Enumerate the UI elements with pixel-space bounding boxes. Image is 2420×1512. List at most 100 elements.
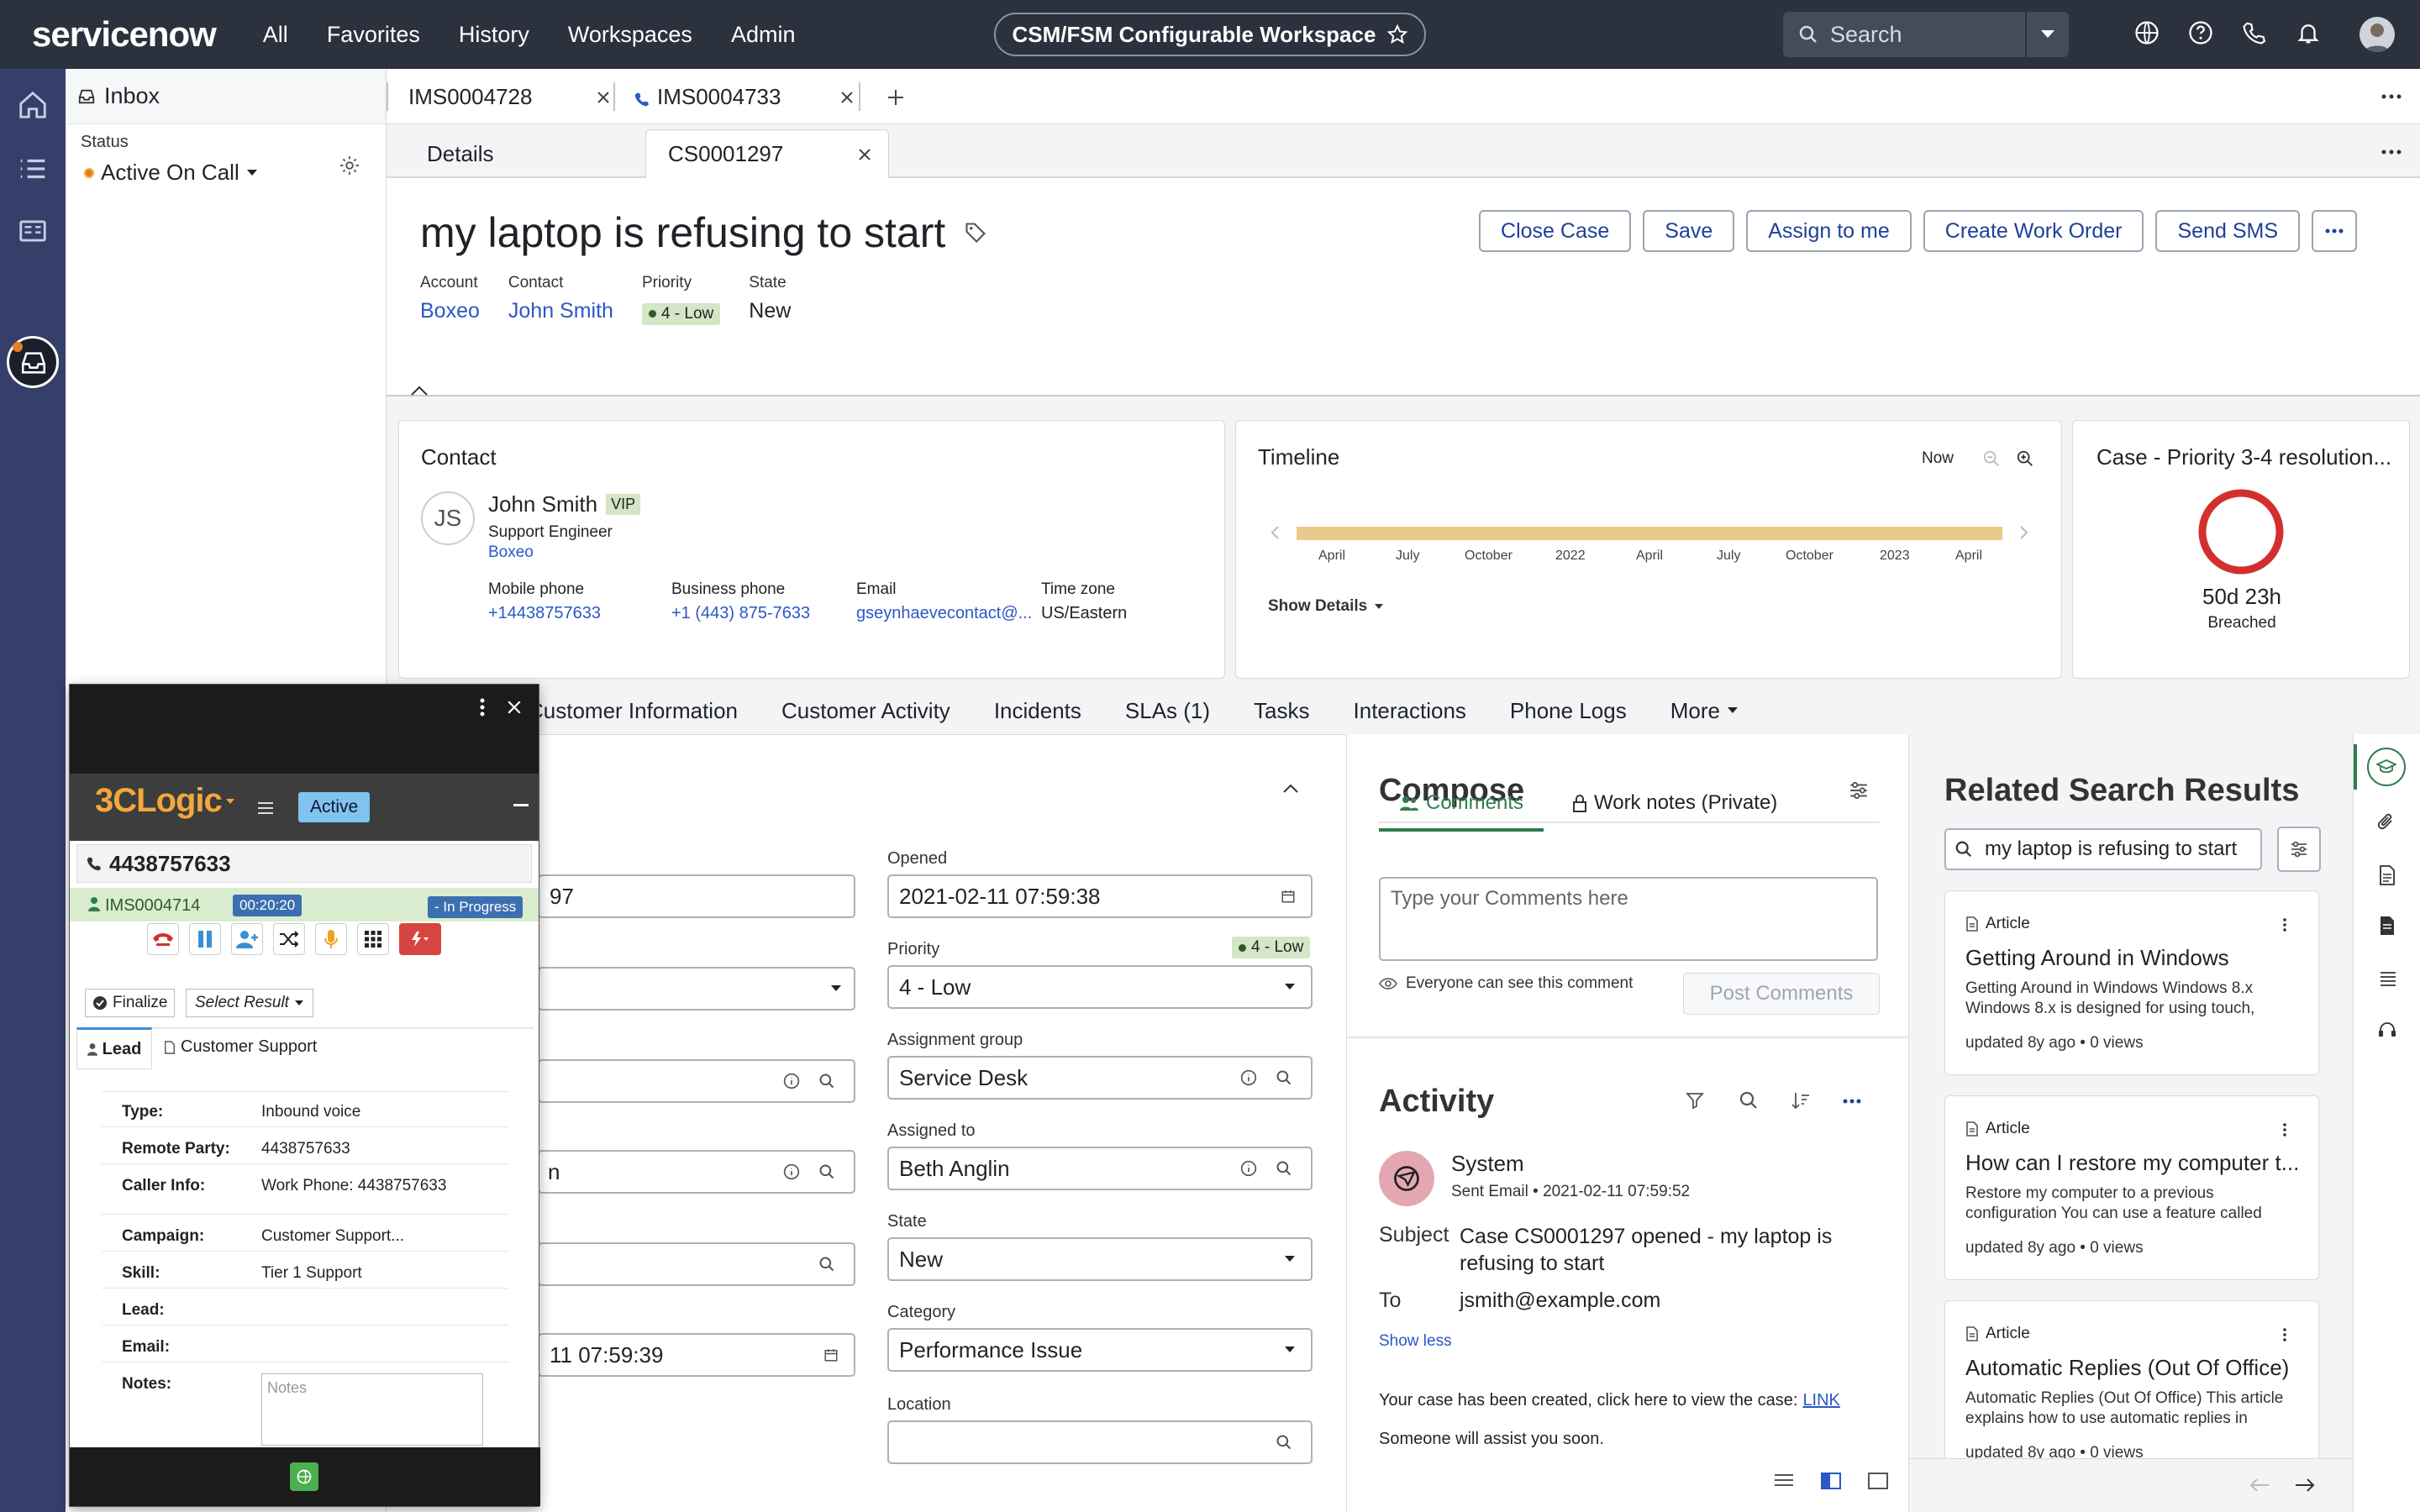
dialpad-button[interactable] (357, 923, 389, 955)
related-search-input[interactable]: my laptop is refusing to start (1944, 828, 2262, 870)
connection-status-icon[interactable] (290, 1462, 318, 1491)
tab-interactions[interactable]: Interactions (1354, 698, 1466, 724)
close-icon[interactable] (840, 91, 854, 104)
split-view-icon[interactable] (1820, 1472, 1842, 1490)
list-icon[interactable] (17, 153, 49, 185)
notes-textarea[interactable]: Notes (261, 1373, 483, 1446)
contact-company[interactable]: Boxeo (488, 543, 534, 562)
info-icon[interactable] (783, 1163, 800, 1180)
nav-history[interactable]: History (459, 22, 529, 48)
tab-ims0004733[interactable]: IMS0004733 (657, 69, 781, 124)
headset-icon[interactable] (2377, 1020, 2397, 1040)
article-title[interactable]: Getting Around in Windows (1965, 945, 2229, 971)
servicenow-logo[interactable]: servicenow (32, 14, 217, 55)
arrow-left-icon[interactable] (2249, 1478, 2270, 1493)
settings-sliders-icon[interactable] (1848, 780, 1870, 801)
tab-customer-support[interactable]: Customer Support (164, 1037, 317, 1057)
show-less-link[interactable]: Show less (1379, 1332, 1452, 1351)
collapse-icon[interactable] (1282, 784, 1299, 794)
nav-admin[interactable]: Admin (731, 22, 796, 48)
search-icon[interactable] (1276, 1160, 1292, 1177)
assigned-to-field[interactable]: Beth Anglin (887, 1147, 1313, 1190)
article-card[interactable]: Article Getting Around in Windows Gettin… (1944, 890, 2319, 1075)
search-icon[interactable] (1276, 1434, 1292, 1451)
single-view-icon[interactable] (1867, 1472, 1889, 1490)
threeclogic-logo[interactable]: 3CLogic (95, 782, 235, 820)
transfer-button[interactable] (273, 923, 305, 955)
globe-icon[interactable] (2134, 20, 2163, 49)
tab-details[interactable]: Details (427, 129, 493, 178)
status-dropdown[interactable]: Active On Call (84, 160, 258, 186)
home-icon[interactable] (17, 89, 49, 121)
nav-workspaces[interactable]: Workspaces (568, 22, 692, 48)
attachment-icon[interactable] (2377, 811, 2396, 833)
tab-incidents[interactable]: Incidents (994, 698, 1081, 724)
help-icon[interactable] (2188, 20, 2217, 49)
kebab-icon[interactable] (2283, 1328, 2286, 1341)
timeline-now-button[interactable]: Now (1922, 449, 1954, 468)
list-view-icon[interactable] (1773, 1472, 1795, 1490)
tab-tasks[interactable]: Tasks (1254, 698, 1309, 724)
search-icon[interactable] (1276, 1069, 1292, 1086)
save-button[interactable]: Save (1643, 210, 1735, 252)
search-icon[interactable] (1739, 1090, 1759, 1110)
global-search[interactable]: Search (1783, 12, 2069, 57)
zoom-in-icon[interactable] (2016, 449, 2034, 468)
zoom-out-icon[interactable] (1982, 449, 2001, 468)
more-icon[interactable] (1843, 1099, 1861, 1104)
business-phone-link[interactable]: +1 (443) 875-7633 (671, 604, 810, 623)
article-card[interactable]: Article How can I restore my computer t.… (1944, 1095, 2319, 1280)
left-contact-field[interactable]: n (538, 1150, 855, 1194)
tab-customer-information[interactable]: Customer Information (528, 698, 738, 724)
left-select-field[interactable] (538, 967, 855, 1011)
mute-button[interactable] (315, 923, 347, 955)
knowledge-rail-button[interactable] (2367, 748, 2406, 786)
sort-icon[interactable] (1791, 1090, 1811, 1110)
assign-to-me-button[interactable]: Assign to me (1746, 210, 1912, 252)
opened-field[interactable]: 2021-02-11 07:59:38 (887, 874, 1313, 918)
close-icon[interactable] (858, 148, 871, 161)
account-link[interactable]: Boxeo (420, 299, 480, 323)
info-icon[interactable] (783, 1073, 800, 1089)
add-tab-icon[interactable] (886, 87, 906, 108)
cards-icon[interactable] (17, 215, 49, 247)
tab-slas[interactable]: SLAs (1) (1125, 698, 1210, 724)
add-participant-button[interactable] (231, 923, 263, 955)
filter-icon[interactable] (1685, 1090, 1705, 1110)
more-icon[interactable] (2381, 94, 2402, 99)
search-scope-dropdown[interactable] (2025, 12, 2069, 57)
tab-work-notes[interactable]: Work notes (Private) (1572, 791, 1777, 815)
inbox-rail-button[interactable] (7, 336, 59, 388)
calendar-icon[interactable] (1281, 889, 1296, 904)
user-avatar[interactable] (2360, 17, 2395, 52)
kebab-icon[interactable] (2283, 918, 2286, 932)
phone-icon[interactable] (2242, 20, 2270, 49)
tab-comments[interactable]: Comments (1399, 791, 1523, 815)
location-field[interactable] (887, 1420, 1313, 1464)
document-icon[interactable] (2379, 865, 2396, 885)
state-select[interactable]: New (887, 1237, 1313, 1281)
interaction-id[interactable]: IMS0004714 (105, 896, 200, 916)
minimize-icon[interactable] (513, 804, 529, 806)
send-sms-button[interactable]: Send SMS (2155, 210, 2300, 252)
arrow-right-icon[interactable] (2294, 1478, 2316, 1493)
workspace-pill[interactable]: CSM/FSM Configurable Workspace (994, 13, 1426, 56)
mobile-phone-link[interactable]: +14438757633 (488, 604, 601, 623)
chevron-left-icon[interactable] (1270, 525, 1280, 540)
post-comments-button[interactable]: Post Comments (1683, 973, 1880, 1015)
related-filter-button[interactable] (2277, 827, 2321, 872)
show-details-button[interactable]: Show Details (1268, 597, 1384, 616)
contact-link[interactable]: John Smith (508, 299, 613, 323)
document-filled-icon[interactable] (2379, 916, 2396, 936)
left-date-field[interactable]: 11 07:59:39 (538, 1333, 855, 1377)
more-actions-button[interactable] (2312, 210, 2357, 252)
search-icon[interactable] (818, 1073, 835, 1089)
tab-ims0004728[interactable]: IMS0004728 (408, 69, 532, 124)
collapse-icon[interactable] (410, 385, 429, 396)
kebab-icon[interactable] (2283, 1123, 2286, 1137)
left-reference-field[interactable] (538, 1059, 855, 1103)
article-card[interactable]: Article Automatic Replies (Out Of Office… (1944, 1300, 2319, 1462)
close-case-button[interactable]: Close Case (1479, 210, 1632, 252)
tab-lead[interactable]: Lead (76, 1027, 152, 1069)
search-icon[interactable] (818, 1163, 835, 1180)
